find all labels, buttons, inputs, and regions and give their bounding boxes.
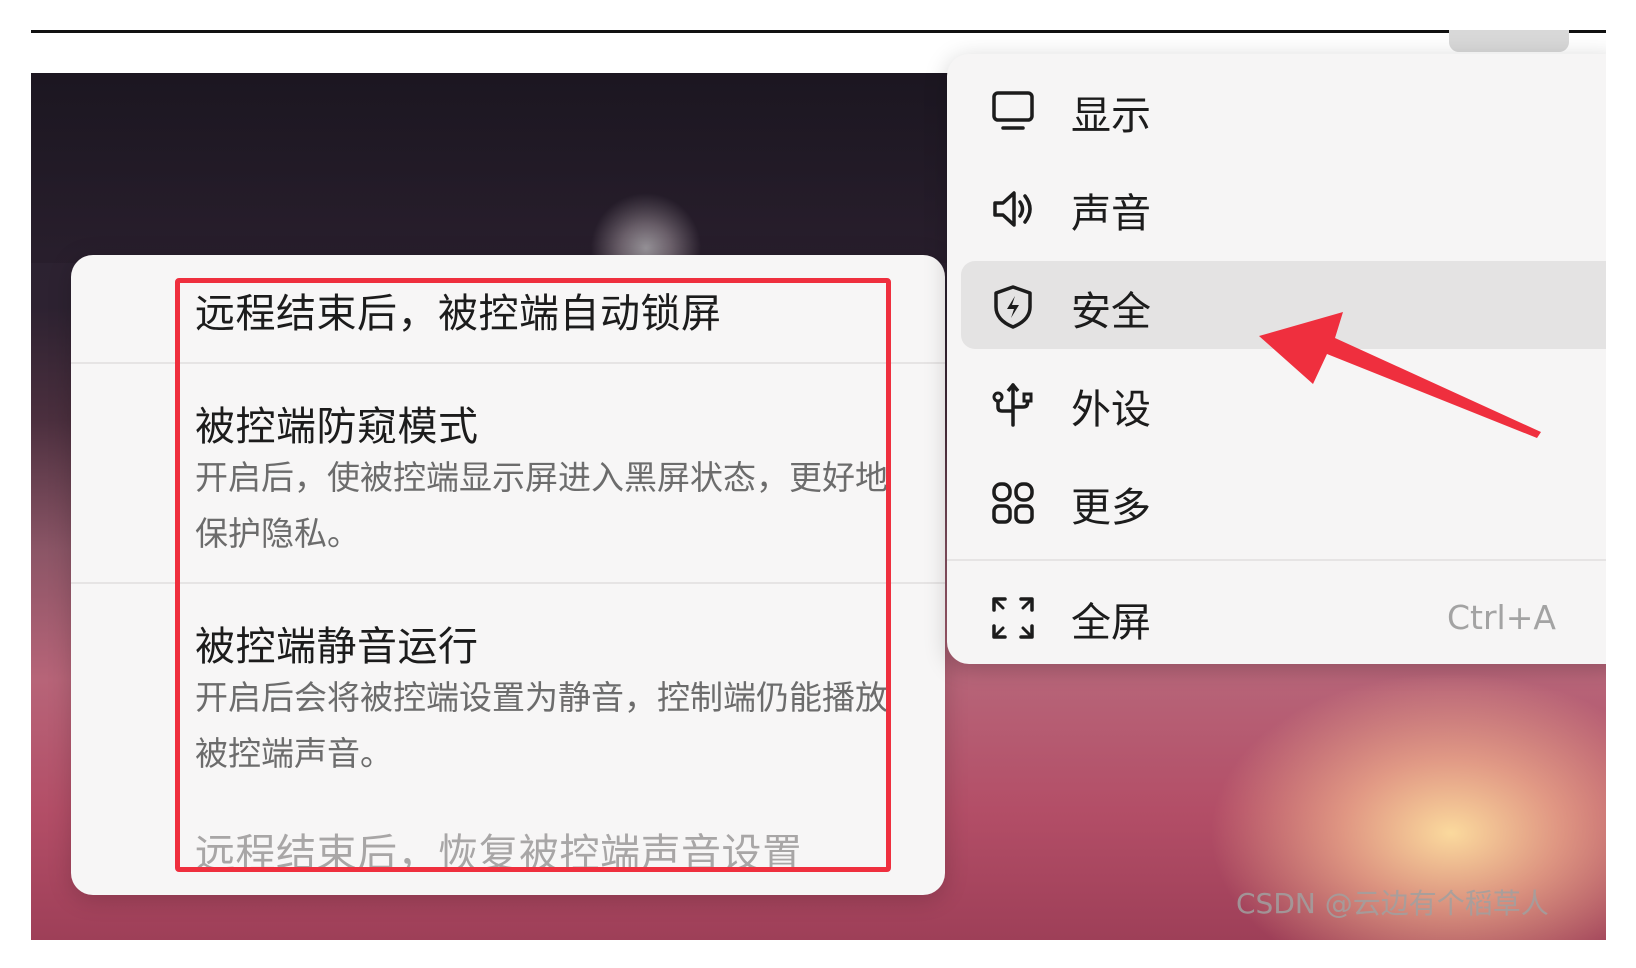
security-option-restore-sound[interactable]: 远程结束后，恢复被控端声音设置 xyxy=(71,801,945,895)
monitor-icon xyxy=(989,87,1037,135)
menu-label: 安全 xyxy=(1071,289,1151,335)
security-option-auto-lock[interactable]: 远程结束后，被控端自动锁屏 xyxy=(71,255,945,362)
toolbar-button-partial[interactable] xyxy=(1449,30,1569,52)
remote-desktop-window: 远程结束后，被控端自动锁屏 被控端防窥模式 开启后，使被控端显示屏进入黑屏状态，… xyxy=(31,30,1606,940)
speaker-icon xyxy=(989,185,1037,233)
usb-icon xyxy=(989,381,1037,429)
option-description: 开启后，使被控端显示屏进入黑屏状态，更好地保护隐私。 xyxy=(195,458,888,553)
menu-divider xyxy=(947,559,1606,561)
option-title: 被控端防窥模式 xyxy=(195,404,479,450)
watermark: CSDN @云边有个稻草人 xyxy=(1236,887,1549,920)
security-option-mute[interactable]: 被控端静音运行 开启后会将被控端设置为静音，控制端仍能播放被控端声音。 xyxy=(71,584,945,794)
menu-label: 全屏 xyxy=(1071,600,1151,646)
screenshot-stage: 远程结束后，被控端自动锁屏 被控端防窥模式 开启后，使被控端显示屏进入黑屏状态，… xyxy=(0,0,1636,968)
keyboard-shortcut: Ctrl+A xyxy=(1447,598,1556,637)
option-title: 被控端静音运行 xyxy=(195,624,479,670)
menu-item-security[interactable]: 安全 xyxy=(961,261,1606,349)
menu-item-more[interactable]: 更多 xyxy=(961,457,1606,545)
main-menu: 显示 声音 安全 外设 更多 全屏 Ctrl+A xyxy=(947,54,1606,664)
shield-icon xyxy=(989,283,1037,331)
menu-item-sound[interactable]: 声音 xyxy=(961,163,1606,251)
menu-label: 外设 xyxy=(1071,387,1151,433)
option-description: 开启后会将被控端设置为静音，控制端仍能播放被控端声音。 xyxy=(195,678,888,773)
menu-label: 显示 xyxy=(1071,93,1151,139)
option-title: 远程结束后，恢复被控端声音设置 xyxy=(195,831,803,877)
menu-item-display[interactable]: 显示 xyxy=(961,65,1606,153)
fullscreen-icon xyxy=(989,594,1037,642)
menu-label: 更多 xyxy=(1071,485,1151,531)
option-title: 远程结束后，被控端自动锁屏 xyxy=(195,291,722,337)
grid-icon xyxy=(989,479,1037,527)
menu-item-fullscreen[interactable]: 全屏 Ctrl+A xyxy=(961,572,1606,660)
menu-item-peripherals[interactable]: 外设 xyxy=(961,359,1606,447)
menu-label: 声音 xyxy=(1071,191,1151,237)
security-submenu: 远程结束后，被控端自动锁屏 被控端防窥模式 开启后，使被控端显示屏进入黑屏状态，… xyxy=(71,255,945,895)
security-option-privacy-mode[interactable]: 被控端防窥模式 开启后，使被控端显示屏进入黑屏状态，更好地保护隐私。 xyxy=(71,364,945,582)
